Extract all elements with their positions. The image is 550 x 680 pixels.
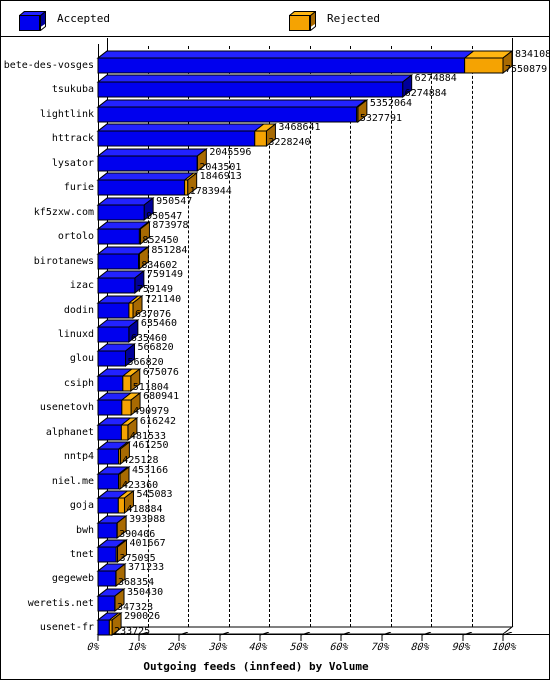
bar-top-face-accepted [96,221,150,230]
bar-front-face-rejected [464,57,504,74]
legend-accepted-swatch-icon [19,11,46,31]
bar-value-total: 873978 [152,220,189,232]
legend-accepted-label: Accepted [57,12,110,25]
chart-plot-area: 0% 10% 20% 30% 40% 50% 60% 70% 80% 90% 100% bete-de… [1,38,550,679]
bar-value-total: 950547 [156,195,193,207]
bar-shape [96,612,123,637]
bar-front-face-accepted [97,522,118,539]
bar-front-face-accepted [97,350,127,367]
bar-front-face-rejected [254,130,267,147]
bar-value-total: 721140 [145,293,182,305]
bar-value-total: 393988 [129,513,166,525]
bar-front-face-rejected [122,375,132,392]
legend-rejected-swatch-icon [289,11,316,31]
bar-front-face-rejected [115,546,119,563]
bar-value-total: 635460 [140,317,177,329]
chart-legend: Accepted Rejected [1,1,549,37]
chart-x-axis-title: Outgoing feeds (innfeed) by Volume [143,660,369,673]
bar-front-face-rejected [108,619,113,636]
bar-front-face-accepted [97,448,120,465]
bar-front-face-accepted [97,302,130,318]
bar-front-face-accepted [97,81,404,98]
bar-value-total: 8341086 [515,49,550,60]
chart-window: Accepted Rejected 0% 10% 20% 30% 40% 50% 60% 70%… [0,0,550,680]
bar-value-total: 401667 [129,538,166,549]
bar-top-face-accepted [96,148,208,157]
bar-top-face-accepted [96,50,476,59]
bar-front-face-accepted [97,155,198,172]
bar-front-face-accepted [97,399,123,416]
bar-front-face-rejected [184,179,189,196]
bar-front-face-accepted [97,546,117,563]
bar-top-face [96,74,414,83]
bar-front-face-accepted [97,179,186,196]
legend-rejected-label: Rejected [327,12,380,25]
bar-value-total: 453166 [132,464,169,476]
bar-front-face-accepted [97,106,358,123]
bar-value-total: 675076 [142,366,179,378]
bar-value-total: 290026 [124,611,161,623]
bar-value-total: 759149 [146,269,183,281]
bar-front-face-accepted [97,595,116,612]
bar-front-face-accepted [97,130,256,147]
bar-front-face-accepted [97,204,145,221]
bar-value-total: 2045596 [209,146,252,158]
bar-front-face-accepted [97,570,117,587]
bar-front-face-accepted [97,277,136,294]
bar-front-face-accepted [97,497,119,514]
bar-value-total: 680941 [143,391,180,403]
bar-usenet-fr[interactable] [1,38,549,637]
bar-front-face-rejected [138,228,141,245]
bar-value-total: 1846913 [199,171,242,183]
bar-value-total: 566820 [137,342,174,354]
bar-front-face-accepted [97,57,466,74]
bar-value-total: 851284 [151,244,188,256]
bar-front-face-rejected [356,106,359,123]
bar-top-face-accepted [96,172,196,181]
bar-value-total: 616242 [139,415,177,427]
bar-front-face-rejected [118,448,121,465]
bar-top-face-accepted [96,123,266,132]
bar-front-face-rejected [120,424,129,441]
bar-front-face-accepted [97,228,140,245]
bar-value-total: 3468641 [278,122,321,134]
bar-value-total: 6274884 [414,73,457,85]
bar-front-face-rejected [138,253,140,270]
swatch-outline-icon [19,11,46,31]
bar-value-total: 371233 [128,562,165,574]
bar-top-face-accepted [96,99,368,108]
bar-front-face-rejected [118,473,121,490]
bar-value-total: 5352064 [369,97,413,109]
bar-value-accepted: 233725 [114,626,151,638]
bar-front-face-accepted [97,375,124,392]
bar-value-total: 461250 [132,440,169,452]
bar-front-face-rejected [117,497,125,514]
bar-front-face-accepted [97,619,110,636]
bar-front-face-rejected [128,302,134,318]
bar-value-total: 350430 [127,586,164,598]
bar-front-face-accepted [97,424,122,441]
swatch-outline-icon [289,11,316,31]
bar-front-face-accepted [97,473,120,490]
bar-front-face-rejected [121,399,132,416]
bar-value-total: 545083 [136,489,173,501]
bar-front-face-accepted [97,253,140,270]
bar-front-face-accepted [97,326,130,343]
